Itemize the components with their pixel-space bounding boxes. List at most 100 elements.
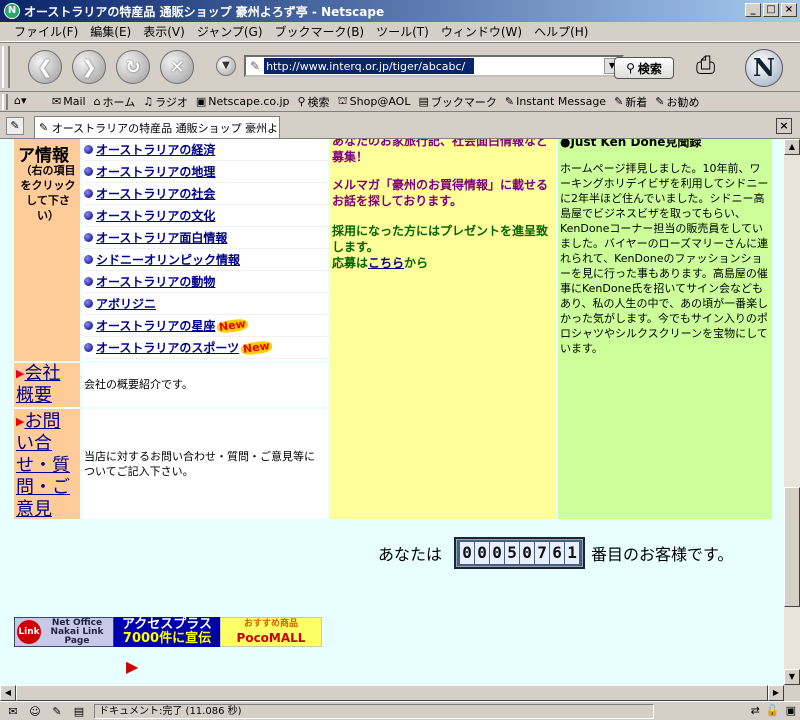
inquiry-desc: 当店に対するお問い合わせ・質問・ご意見等についてご記入下さい。 (84, 450, 315, 478)
bookmark-radio[interactable]: ♫ ラジオ (143, 94, 188, 110)
link-fun-info[interactable]: オーストラリア面白情報 (96, 229, 227, 246)
stop-button[interactable]: ✕ (160, 50, 194, 84)
search-button-label: 検索 (637, 61, 662, 76)
bookmark-label: ブックマーク (430, 95, 497, 109)
new-tab-icon[interactable]: ✎ (6, 117, 24, 135)
bookmark-instant-message[interactable]: ✎ Instant Message (505, 95, 606, 108)
instant-message-icon[interactable]: ☺ (26, 705, 44, 718)
inquiry-link[interactable]: お問い合せ・質問・ご意見 (16, 411, 70, 520)
menu-bookmarks[interactable]: ブックマーク(B) (269, 23, 371, 40)
list-item: オーストラリアの社会 (84, 183, 330, 205)
popup-icon: ▣ (785, 704, 796, 717)
personal-toolbar-grip[interactable] (2, 93, 8, 110)
tab-current[interactable]: ✎ オーストラリアの特産品 通販ショップ 豪州よ... (34, 116, 280, 138)
link-icon: ✎ (655, 95, 665, 108)
mail-icon: ✉ (52, 95, 62, 108)
menu-help[interactable]: ヘルプ(H) (528, 23, 594, 40)
horizontal-scroll-thumb[interactable] (16, 685, 768, 701)
print-icon[interactable]: ⎙ (696, 51, 715, 79)
bookmark-new[interactable]: ✎ 新着 (614, 94, 647, 110)
bookmark-mail[interactable]: ✉ Mail (52, 95, 86, 108)
menu-window[interactable]: ウィンドウ(W) (435, 23, 528, 40)
search-button[interactable]: ⚲ 検索 (614, 57, 674, 79)
home-tab-icon[interactable]: ⌂▾ (14, 94, 44, 110)
banner2-line1: アクセスプラス (121, 617, 213, 632)
pocomall-banner[interactable]: おすすめ商品 PocoMALL (220, 617, 322, 647)
forward-button[interactable]: ❯ (72, 50, 106, 84)
bullet-icon (84, 233, 93, 242)
list-item: オーストラリアの経済 (84, 139, 330, 161)
link-animals[interactable]: オーストラリアの動物 (96, 273, 215, 290)
bookmark-bookmarks[interactable]: ▤ ブックマーク (418, 94, 496, 110)
bookmark-label: Shop@AOL (349, 95, 411, 108)
access-plus-banner[interactable]: アクセスプラス 7000件に宣伝 (114, 617, 220, 647)
list-item: オーストラリア面白情報 (84, 227, 330, 249)
url-box: ✎ ▼ (244, 55, 624, 77)
arrow-icon[interactable]: ▶ (126, 657, 138, 676)
window-title: オーストラリアの特産品 通販ショップ 豪州よろず亭 - Netscape (24, 4, 385, 19)
bullet-icon (84, 321, 93, 330)
bookmark-label: Instant Message (516, 95, 607, 108)
netscape-logo-icon[interactable]: N (745, 49, 783, 87)
tab-page-icon: ✎ (39, 121, 52, 134)
vertical-scrollbar[interactable]: ▲ ▼ (784, 139, 800, 685)
scroll-down-icon[interactable]: ▼ (784, 669, 800, 685)
list-item: オーストラリアの地理 (84, 161, 330, 183)
link-society[interactable]: オーストラリアの社会 (96, 185, 215, 202)
url-input[interactable] (264, 58, 475, 74)
close-button[interactable]: × (781, 3, 797, 17)
apply-link[interactable]: こちら (368, 256, 404, 270)
title-bar: N オーストラリアの特産品 通販ショップ 豪州よろず亭 - Netscape _… (0, 0, 800, 22)
menu-tools[interactable]: ツール(T) (370, 23, 435, 40)
address-book-icon[interactable]: ▤ (70, 705, 88, 718)
back-button[interactable]: ❮ (28, 50, 62, 84)
link-olympics[interactable]: シドニーオリンピック情報 (96, 251, 240, 268)
scroll-right-icon[interactable]: ▶ (768, 685, 784, 701)
link-aborigine[interactable]: アボリジニ (96, 295, 156, 312)
bullet-icon (84, 277, 93, 286)
scroll-left-icon[interactable]: ◀ (0, 685, 16, 701)
list-item: オーストラリアの星座 New (84, 315, 330, 337)
toolbar-grip[interactable] (2, 46, 10, 88)
bookmark-shop[interactable]: ⛫ Shop@AOL (338, 94, 411, 109)
counter-digit: 0 (460, 542, 475, 564)
banner3-top: おすすめ商品 (243, 619, 298, 629)
bookmark-recommend[interactable]: ✎ お勧め (655, 94, 699, 110)
bookmark-search[interactable]: ⚲ 検索 (297, 94, 329, 110)
apply-prefix: 応募は (332, 256, 369, 270)
scroll-up-icon[interactable]: ▲ (784, 139, 800, 155)
link-economy[interactable]: オーストラリアの経済 (96, 141, 215, 158)
link-constellations[interactable]: オーストラリアの星座 (96, 317, 215, 334)
vertical-scroll-thumb[interactable] (784, 487, 800, 607)
menu-view[interactable]: 表示(V) (137, 23, 191, 40)
maximize-button[interactable]: □ (763, 3, 779, 17)
new-burst-icon: New (216, 316, 249, 334)
navigation-toolbar: ❮ ❯ ↻ ✕ ▼ ✎ ▼ ⚲ 検索 ⎙ N (0, 42, 800, 92)
close-tab-button[interactable]: × (776, 118, 792, 134)
bookmark-netscape[interactable]: ▣ Netscape.co.jp (196, 95, 290, 108)
history-dropdown-icon[interactable]: ▼ (216, 56, 236, 76)
counter-digit: 0 (490, 542, 505, 564)
minimize-button[interactable]: _ (745, 3, 761, 17)
bookmark-home[interactable]: ⌂ ホーム (94, 94, 136, 110)
link-sports[interactable]: オーストラリアのスポーツ (96, 339, 239, 356)
menu-file[interactable]: ファイル(F) (8, 23, 84, 40)
visitor-prefix: あなたは (378, 545, 443, 564)
link-geography[interactable]: オーストラリアの地理 (96, 163, 215, 180)
status-indicators: ⇄ 🔓 ▣ (751, 704, 796, 717)
mail-status-icon[interactable]: ✉ (4, 705, 22, 718)
visitor-suffix: 番目のお客様です。 (591, 545, 734, 564)
counter-digit: 0 (520, 542, 535, 564)
menu-go[interactable]: ジャンプ(G) (191, 23, 269, 40)
page-proxy-icon[interactable]: ✎ (250, 59, 260, 73)
info-note: （右の項目をクリックして下さい） (20, 164, 76, 222)
company-desc: 会社の概要紹介です。 (84, 378, 193, 391)
menu-edit[interactable]: 編集(E) (84, 23, 137, 40)
composer-icon[interactable]: ✎ (48, 705, 66, 718)
link-culture[interactable]: オーストラリアの文化 (96, 207, 215, 224)
horizontal-scrollbar[interactable]: ◀ ▶ (0, 685, 784, 701)
new-burst-icon: New (240, 338, 273, 356)
reload-button[interactable]: ↻ (116, 50, 150, 84)
net-office-banner[interactable]: Link Net Office Nakai Link Page (14, 617, 114, 647)
link-icon: ✎ (504, 95, 515, 108)
